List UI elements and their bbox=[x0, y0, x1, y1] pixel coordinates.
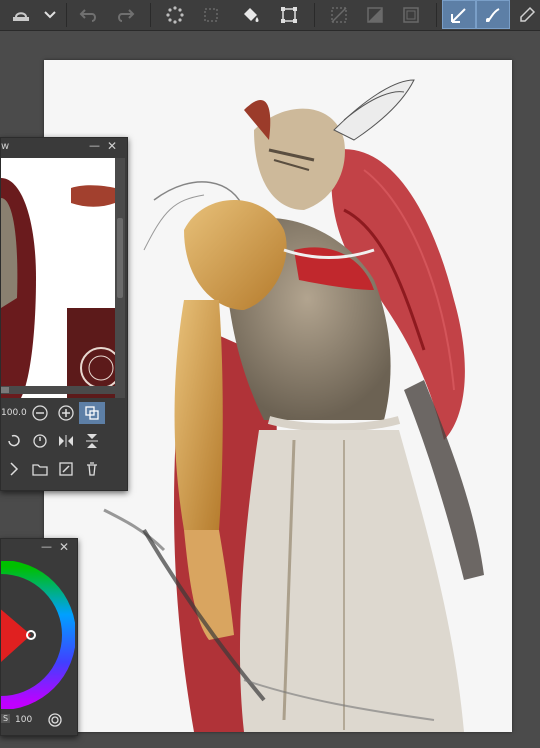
navigator-title: w bbox=[1, 141, 10, 152]
flip-horizontal-icon[interactable] bbox=[53, 430, 79, 452]
zoom-slider-thumb[interactable] bbox=[1, 387, 9, 393]
rotate-left-icon[interactable] bbox=[1, 430, 27, 452]
color-settings-icon[interactable] bbox=[47, 712, 63, 732]
color-s-label: S bbox=[1, 714, 11, 723]
fill-bucket-icon[interactable] bbox=[236, 0, 266, 29]
minimize-icon[interactable]: — bbox=[41, 540, 52, 553]
fill-tool-icon[interactable] bbox=[4, 0, 38, 29]
vector-pen-icon[interactable] bbox=[442, 0, 476, 29]
color-wheel[interactable] bbox=[1, 561, 75, 709]
minimize-icon[interactable]: — bbox=[89, 139, 100, 152]
navigator-scrollbar[interactable] bbox=[115, 158, 125, 398]
invert-selection-icon[interactable] bbox=[360, 0, 390, 29]
color-wheel-footer: S 100 bbox=[1, 711, 75, 731]
edit-icon[interactable] bbox=[514, 0, 540, 29]
clear-selection-icon[interactable] bbox=[324, 0, 354, 29]
flip-vertical-icon[interactable] bbox=[79, 430, 105, 452]
transform-icon[interactable] bbox=[196, 0, 226, 29]
navigator-view-row bbox=[1, 458, 105, 480]
navigator-preview[interactable] bbox=[1, 158, 115, 398]
delete-icon[interactable] bbox=[79, 458, 105, 480]
toolbar-separator bbox=[66, 3, 67, 27]
toolbar bbox=[0, 0, 540, 31]
zoom-slider[interactable] bbox=[1, 386, 125, 394]
undo-icon[interactable] bbox=[74, 0, 104, 29]
brush-curve-icon[interactable] bbox=[476, 0, 510, 29]
reset-rotation-icon[interactable] bbox=[27, 430, 53, 452]
zoom-value: 100.0 bbox=[1, 408, 27, 418]
navigator-rotate-row bbox=[1, 430, 105, 452]
color-wheel-panel: — ✕ S 100 bbox=[0, 538, 78, 736]
zoom-in-icon[interactable] bbox=[53, 402, 79, 424]
fit-view-icon[interactable] bbox=[79, 402, 105, 424]
navigator-zoom-row: 100.0 bbox=[1, 402, 105, 424]
loading-spinner-icon[interactable] bbox=[160, 0, 190, 29]
color-value-label: 100 bbox=[15, 715, 33, 725]
navigator-panel: w — ✕ 100.0 bbox=[0, 137, 128, 491]
dropdown-chevron-icon[interactable] bbox=[38, 0, 62, 29]
stroke-selection-icon[interactable] bbox=[396, 0, 426, 29]
close-icon[interactable]: ✕ bbox=[59, 540, 69, 554]
close-icon[interactable]: ✕ bbox=[107, 139, 117, 153]
selection-transform-icon[interactable] bbox=[274, 0, 304, 29]
open-folder-icon[interactable] bbox=[27, 458, 53, 480]
toolbar-separator bbox=[436, 3, 437, 27]
toolbar-separator bbox=[314, 3, 315, 27]
zoom-out-icon[interactable] bbox=[27, 402, 53, 424]
color-wheel-title-bar: — ✕ bbox=[1, 539, 77, 557]
scrollbar-thumb[interactable] bbox=[117, 218, 123, 298]
navigator-title-bar: w — ✕ bbox=[1, 138, 127, 156]
redo-icon[interactable] bbox=[110, 0, 140, 29]
toolbar-separator bbox=[150, 3, 151, 27]
new-view-icon[interactable] bbox=[53, 458, 79, 480]
play-icon[interactable] bbox=[1, 458, 27, 480]
